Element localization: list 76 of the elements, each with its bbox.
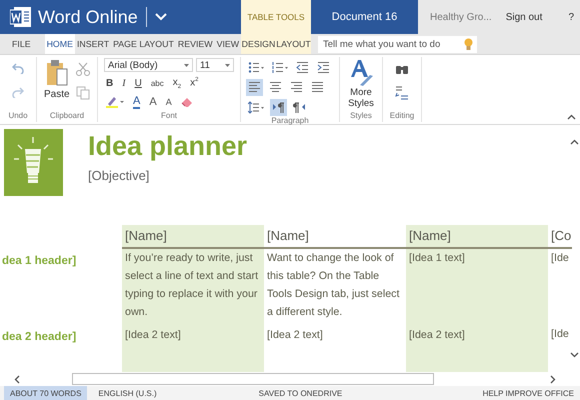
align-left-icon[interactable] <box>246 79 263 96</box>
ribbon-tab[interactable]: DESIGN <box>241 34 276 54</box>
column-header: [Name] <box>406 225 548 249</box>
group-label: Font <box>160 111 178 122</box>
underline-button[interactable]: U <box>134 78 142 88</box>
status-item[interactable]: ENGLISH (U.S.) <box>92 386 163 400</box>
italic-button[interactable]: I <box>122 78 126 88</box>
superscript-button[interactable]: x$^{2}$ <box>190 77 198 89</box>
subscript-button[interactable]: x$_{2}$ <box>172 76 182 90</box>
help-button[interactable]: ? <box>568 12 574 22</box>
strikethrough-button[interactable]: abc <box>150 78 164 88</box>
eraser-icon[interactable] <box>180 96 193 108</box>
table-cell: [Idea 1 text] <box>406 249 548 325</box>
numbering-icon[interactable] <box>270 59 290 76</box>
column-header: [Co <box>548 225 572 249</box>
table-cell-text: [Ide <box>550 251 570 266</box>
styles-icon <box>348 59 374 87</box>
status-item[interactable]: SAVED TO ONEDRIVE <box>252 386 348 400</box>
ribbon-tab[interactable]: REVIEW <box>176 34 215 54</box>
font-color-button[interactable]: A <box>133 96 140 108</box>
ribbon-tab[interactable]: LAYOUT <box>276 34 311 54</box>
chevron-right-icon[interactable] <box>550 374 556 384</box>
contextual-tab-header: TABLE TOOLS <box>241 0 311 34</box>
document-title: Idea planner <box>88 130 248 163</box>
group-label: Clipboard <box>48 111 86 122</box>
highlighter-icon[interactable] <box>106 96 124 108</box>
lightbulb-logo-icon <box>4 129 63 196</box>
group-label: Styles <box>349 111 373 122</box>
table-cell-text: [Idea 2 text] <box>266 328 324 343</box>
font-size-dropdown[interactable]: 11 <box>196 58 234 72</box>
group-label: Undo <box>7 111 29 122</box>
table-cell: If you’re ready to write, just select a line of text and start typing to replace it with your own. <box>122 249 264 325</box>
status-item[interactable]: HELP IMPROVE OFFICE <box>476 386 580 400</box>
word-logo-icon <box>10 6 32 28</box>
caret-icon <box>225 64 230 66</box>
document-name[interactable]: Document 16 <box>311 0 418 34</box>
font-name-dropdown[interactable]: Arial (Body) <box>104 58 193 72</box>
column-header: [Name] <box>122 225 264 249</box>
group-label: Editing <box>388 111 416 122</box>
app-name: Word Online <box>38 7 147 27</box>
user-name[interactable]: Healthy Gro... <box>430 12 492 22</box>
objective-text: [Objective] <box>88 168 150 183</box>
caret-icon <box>184 64 189 66</box>
ribbon-tab[interactable]: INSERT <box>74 34 112 54</box>
chevron-up-icon[interactable] <box>570 139 578 145</box>
chevron-down-icon[interactable] <box>570 352 578 358</box>
bold-button[interactable]: B <box>106 78 114 88</box>
replace-icon[interactable] <box>394 85 410 101</box>
status-item[interactable]: ABOUT 70 WORDS <box>4 386 88 400</box>
line-spacing-icon[interactable] <box>246 99 266 116</box>
ribbon-tab[interactable]: VIEW <box>214 34 242 54</box>
pilcrow-right-icon[interactable] <box>270 99 287 116</box>
grow-font-button[interactable]: A <box>149 96 157 108</box>
more-styles-button[interactable]: More Styles <box>340 57 382 111</box>
group-label: Paragraph <box>270 116 310 125</box>
table-cell-text: [Ide <box>550 327 570 342</box>
paste-button[interactable]: Paste <box>44 59 70 111</box>
table-cell-text: Want to change the look of this table? On the Table Tools Design tab, just select a different style. <box>266 251 400 320</box>
table-cell: [Idea 2 text] <box>406 325 548 372</box>
binoculars-icon[interactable] <box>395 63 409 75</box>
table-cell: [Idea 2 text] <box>122 325 264 372</box>
outdent-icon[interactable] <box>294 59 311 76</box>
lightbulb-icon <box>464 38 473 51</box>
ribbon-tab[interactable]: FILE <box>10 34 33 54</box>
chevron-left-icon[interactable] <box>14 374 20 384</box>
row-header: dea 2 header] <box>1 330 78 345</box>
shrink-font-button[interactable]: A <box>166 97 172 107</box>
indent-icon[interactable] <box>315 59 332 76</box>
sign-out-link[interactable]: Sign out <box>506 12 542 22</box>
collapse-ribbon-icon[interactable] <box>567 114 576 120</box>
ribbon-tab[interactable]: PAGE LAYOUT <box>111 34 176 54</box>
search-field[interactable]: Tell me what you want to do <box>318 36 477 53</box>
row-header: dea 1 header] <box>1 254 78 269</box>
clipboard-icon <box>44 59 69 87</box>
scrollbar-thumb[interactable] <box>72 373 434 385</box>
ribbon-tab[interactable]: HOME <box>44 34 75 54</box>
